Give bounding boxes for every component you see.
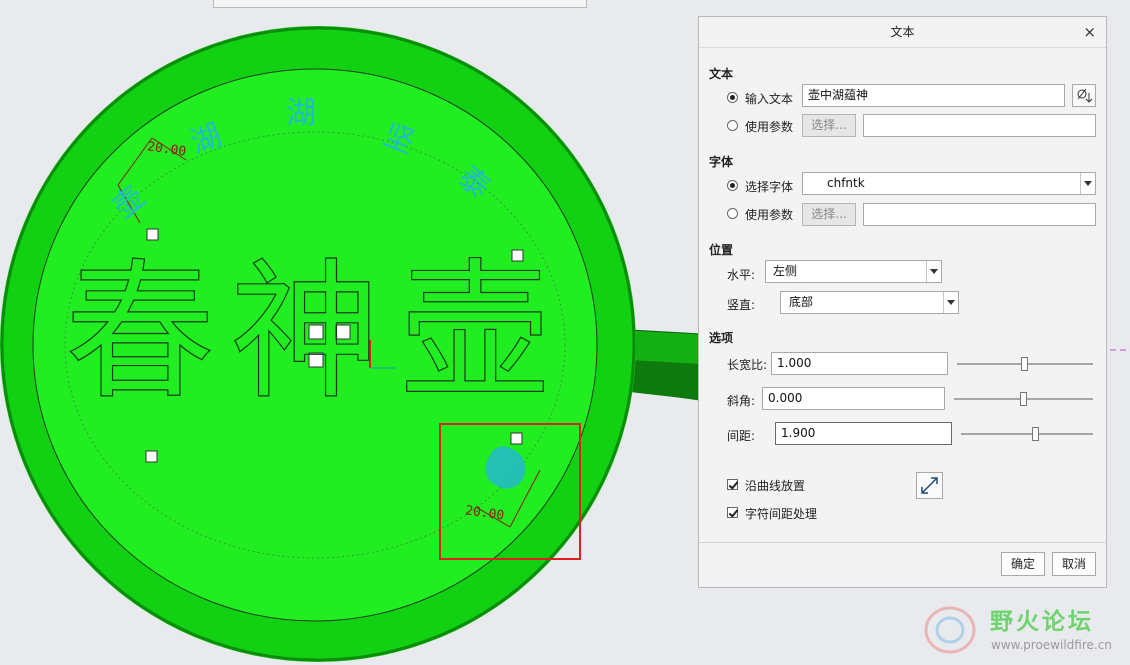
slider-thumb[interactable] <box>1021 357 1028 371</box>
drag-handle <box>146 228 159 241</box>
drag-handle <box>145 450 158 463</box>
footer-divider <box>699 542 1106 543</box>
text-param-field[interactable] <box>863 114 1096 137</box>
flip-direction-button[interactable] <box>916 472 943 499</box>
along-curve-label: 沿曲线放置 <box>745 479 806 493</box>
drag-handle <box>510 432 523 445</box>
aspect-ratio-field[interactable]: 1.000 <box>771 352 948 375</box>
text-select-param-button[interactable]: 选择... <box>802 114 856 137</box>
slider-thumb[interactable] <box>1020 392 1027 406</box>
watermark-url: www.proewildfire.cn <box>991 638 1112 652</box>
text-use-param-radio[interactable] <box>727 120 738 131</box>
aspect-ratio-label: 长宽比: <box>727 358 768 372</box>
char-spacing-label: 字符间距处理 <box>745 507 818 521</box>
center-text-char: 壶 <box>399 246 551 420</box>
horizontal-dropdown-value: 左侧 <box>773 264 798 278</box>
spacing-label: 间距: <box>727 429 756 443</box>
vertical-dropdown-value: 底部 <box>789 295 814 309</box>
chevron-down-icon <box>1080 173 1095 194</box>
font-dropdown-value: chfntk <box>827 176 865 190</box>
text-dialog: 文本 × 文本 输入文本 壶中湖蕴神 使用参数 选择... 字体 选择字体 ch… <box>698 16 1107 588</box>
text-use-param-label: 使用参数 <box>745 120 794 134</box>
horizontal-dropdown[interactable]: 左侧 <box>765 260 942 283</box>
text-section-heading: 文本 <box>709 67 734 81</box>
select-font-radio[interactable] <box>727 180 738 191</box>
close-icon[interactable]: × <box>1083 17 1096 47</box>
watermark-title: 野火论坛 <box>990 609 1094 635</box>
char-spacing-checkbox[interactable] <box>727 507 738 518</box>
input-text-radio[interactable] <box>727 92 738 103</box>
center-text-char: 神 <box>229 246 381 420</box>
slant-angle-slider[interactable] <box>954 392 1093 406</box>
teapot-spout-shadow <box>630 360 700 400</box>
watermark: 野火论坛 www.proewildfire.cn <box>918 596 1130 665</box>
text-symbol-button[interactable] <box>1072 84 1096 107</box>
flip-direction-icon <box>921 477 938 494</box>
slant-angle-field[interactable]: 0.000 <box>762 387 945 410</box>
ok-button[interactable]: 确定 <box>1001 552 1045 576</box>
arc-text-char: 湖 <box>286 96 316 131</box>
chevron-down-icon <box>926 261 941 282</box>
slider-thumb[interactable] <box>1032 427 1039 441</box>
watermark-logo <box>924 606 976 654</box>
dialog-title: 文本 <box>699 17 1106 48</box>
text-symbol-icon <box>1077 88 1093 103</box>
font-use-param-label: 使用参数 <box>745 208 794 222</box>
spacing-field[interactable]: 1.900 <box>775 422 952 445</box>
vertical-label: 竖直: <box>727 298 756 312</box>
slider-track <box>961 433 1093 435</box>
font-select-param-button[interactable]: 选择... <box>802 203 856 226</box>
input-text-label: 输入文本 <box>745 92 794 106</box>
slant-angle-label: 斜角: <box>727 394 756 408</box>
font-use-param-radio[interactable] <box>727 208 738 219</box>
font-section-heading: 字体 <box>709 155 734 169</box>
cancel-button[interactable]: 取消 <box>1052 552 1096 576</box>
options-section-heading: 选项 <box>709 331 734 345</box>
aspect-ratio-slider[interactable] <box>957 357 1093 371</box>
input-text-field[interactable]: 壶中湖蕴神 <box>802 84 1065 107</box>
chevron-down-icon <box>943 292 958 313</box>
select-font-label: 选择字体 <box>745 180 794 194</box>
center-text-char: 春 <box>64 246 216 420</box>
along-curve-checkbox[interactable] <box>727 479 738 490</box>
position-section-heading: 位置 <box>709 243 734 257</box>
spacing-slider[interactable] <box>961 427 1093 441</box>
vertical-dropdown[interactable]: 底部 <box>780 291 959 314</box>
horizontal-label: 水平: <box>727 268 756 282</box>
font-dropdown[interactable]: chfntk <box>802 172 1096 195</box>
font-param-field[interactable] <box>863 203 1096 226</box>
